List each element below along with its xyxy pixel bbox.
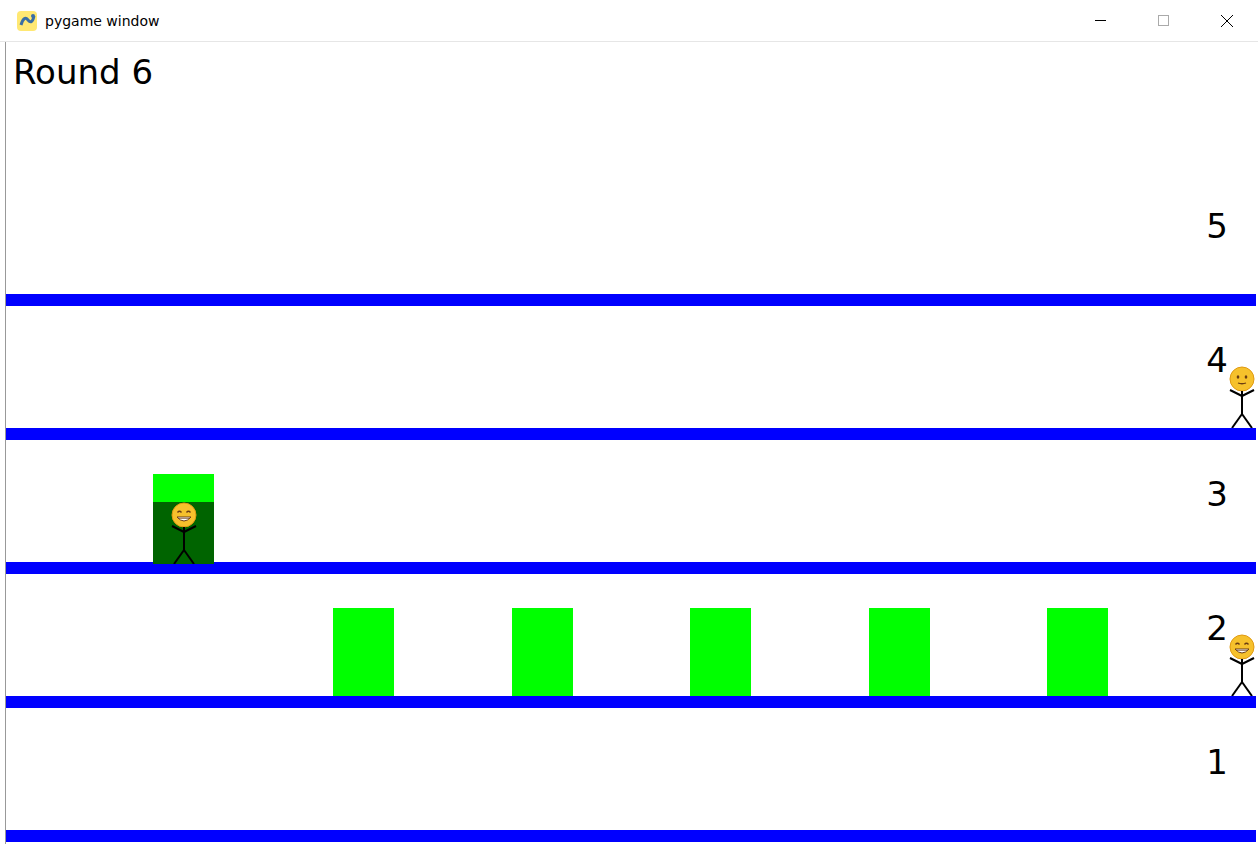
floor: 1: [6, 708, 1256, 842]
green-box: [690, 608, 751, 696]
maximize-button[interactable]: [1132, 0, 1195, 41]
floor-space: 4: [6, 306, 1256, 428]
box-row: [6, 440, 1206, 562]
floor-bar: [6, 428, 1256, 440]
maximize-icon: [1158, 15, 1169, 26]
minimize-button[interactable]: [1069, 0, 1132, 41]
window-controls: [1069, 0, 1258, 41]
box-row: [6, 172, 1206, 294]
box-top: [153, 474, 214, 502]
box-row: [6, 574, 1206, 696]
hud: Round 6: [6, 42, 1256, 172]
floor-side: 1: [1206, 708, 1256, 830]
floor-number: 4: [1206, 340, 1228, 395]
floor-number: 2: [1206, 608, 1228, 663]
floor-bar: [6, 830, 1256, 842]
person-slot: [1228, 708, 1256, 830]
floor-number: 5: [1206, 206, 1228, 261]
window-title: pygame window: [45, 13, 1069, 29]
close-button[interactable]: [1195, 0, 1258, 41]
floor-side: 5: [1206, 172, 1256, 294]
floor-space: 2: [6, 574, 1256, 696]
stick-figure-icon: [1227, 634, 1257, 696]
round-label: Round 6: [13, 52, 1256, 93]
green-box: [512, 608, 573, 696]
floor-number: 1: [1206, 742, 1228, 797]
box-inside: [153, 502, 214, 564]
green-box: [153, 474, 214, 562]
person-slot: [1228, 306, 1256, 428]
green-box: [1047, 608, 1108, 696]
pygame-icon: [16, 10, 38, 32]
game-canvas: Round 6 5 4 3 2 1: [5, 42, 1256, 844]
floor-bar: [6, 294, 1256, 306]
floor: 3: [6, 440, 1256, 574]
person-slot: [1228, 172, 1256, 294]
floor-side: 4: [1206, 306, 1256, 428]
stick-figure-icon: [169, 502, 199, 564]
box-row: [6, 306, 1206, 428]
person-slot: [1228, 440, 1256, 562]
minimize-icon: [1095, 15, 1106, 26]
floor-number: 3: [1206, 474, 1228, 529]
stick-figure-icon: [1227, 366, 1257, 428]
floor-space: 1: [6, 708, 1256, 830]
floor-side: 3: [1206, 440, 1256, 562]
green-box: [333, 608, 394, 696]
box-row: [6, 708, 1206, 830]
person-slot: [1228, 574, 1256, 696]
floor-space: 3: [6, 440, 1256, 562]
floor-space: 5: [6, 172, 1256, 294]
floor-side: 2: [1206, 574, 1256, 696]
title-bar: pygame window: [0, 0, 1258, 42]
green-box: [869, 608, 930, 696]
floor: 4: [6, 306, 1256, 440]
floor: 5: [6, 172, 1256, 306]
close-icon: [1221, 15, 1233, 27]
floor: 2: [6, 574, 1256, 708]
floor-bar: [6, 696, 1256, 708]
